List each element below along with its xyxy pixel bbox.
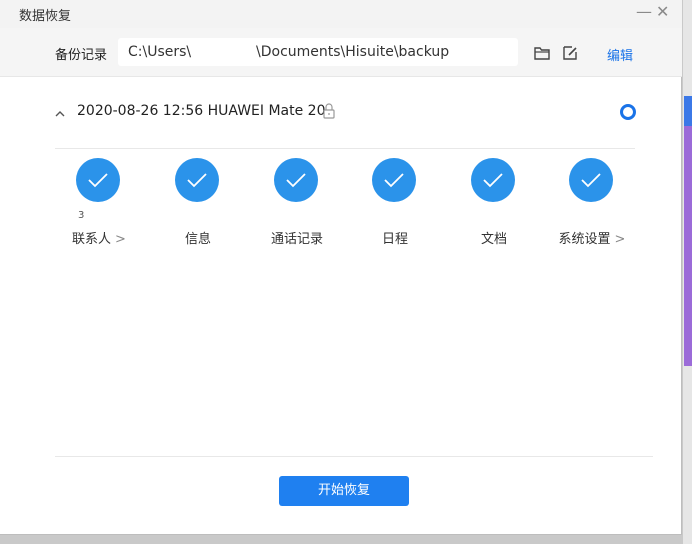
title-bar: 数据恢复 — ✕ [0,0,682,28]
data-restore-window: 数据恢复 — ✕ 备份记录 C:\Users\ \Documents\Hisui… [0,0,682,535]
start-restore-button[interactable]: 开始恢复 [279,476,409,506]
category-name: 联系人 [72,232,112,247]
check-icon [372,158,416,202]
category-label: 联系人 > [54,228,144,247]
category-name: 文档 [480,232,507,247]
background-accent [684,96,692,126]
backup-record-header[interactable]: 2020-08-26 12:56 HUAWEI Mate 20 [55,100,645,124]
category-name: 通话记录 [270,232,323,247]
edit-button[interactable]: 编辑 [607,45,633,64]
chevron-up-icon[interactable] [55,104,65,117]
category-label: 信息 [153,228,243,247]
check-icon [471,158,515,202]
divider [55,148,635,149]
background-panel [684,126,692,366]
check-icon [175,158,219,202]
category-messages[interactable]: 信息 [153,158,243,248]
record-radio-selected[interactable] [620,104,636,120]
category-label: 通话记录 [252,228,342,247]
category-label: 文档 [449,228,539,247]
window-title: 数据恢复 [19,9,72,24]
divider [55,456,653,457]
check-icon [76,158,120,202]
edit-icon[interactable] [561,44,579,62]
category-count: 3 [78,210,85,221]
backup-record-title: 2020-08-26 12:56 HUAWEI Mate 20 [77,103,326,119]
category-name: 日程 [381,232,408,247]
path-rest-segment: \Documents\Hisuite\backup [256,44,450,60]
check-icon [569,158,613,202]
category-label: 系统设置 > [547,228,637,247]
check-icon [274,158,318,202]
path-user-segment: C:\Users\ [128,44,192,60]
backup-path-row: 备份记录 C:\Users\ \Documents\Hisuite\backup… [0,28,682,77]
folder-icon[interactable] [533,44,551,62]
backup-path-label: 备份记录 [55,48,108,63]
category-name: 系统设置 [558,232,611,247]
category-name: 信息 [184,232,211,247]
category-documents[interactable]: 文档 [449,158,539,248]
close-button[interactable]: ✕ [656,2,669,22]
chevron-right-icon: > [614,232,626,247]
lock-icon [321,102,337,120]
minimize-button[interactable]: — [636,2,652,22]
category-label: 日程 [350,228,440,247]
category-system-settings[interactable]: 系统设置 > [547,158,637,248]
category-calendar[interactable]: 日程 [350,158,440,248]
chevron-right-icon: > [115,232,126,247]
category-contacts[interactable]: 3 联系人 > [54,158,144,248]
backup-path-field[interactable]: C:\Users\ \Documents\Hisuite\backup [118,38,518,66]
category-call-log[interactable]: 通话记录 [252,158,342,248]
